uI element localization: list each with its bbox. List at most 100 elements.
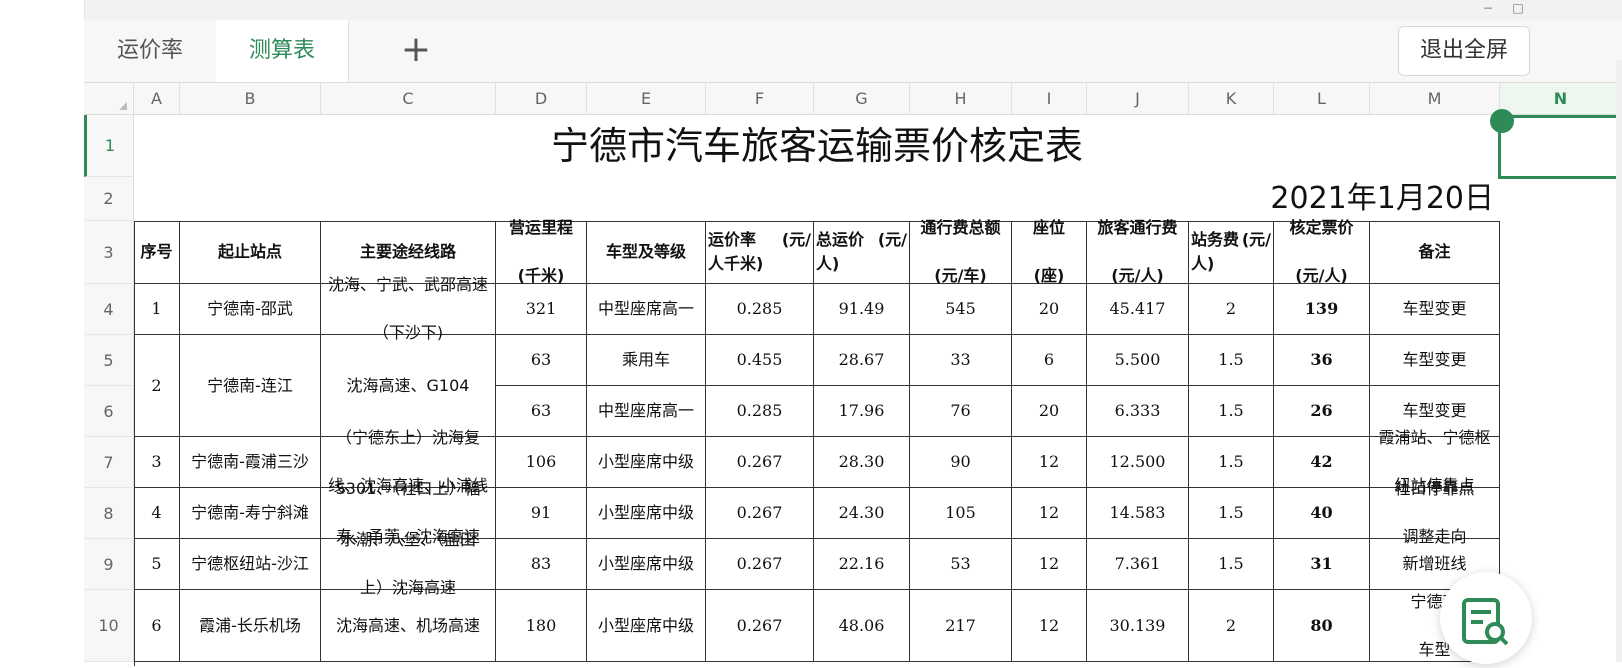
row-header-8[interactable]: 8 (84, 488, 134, 539)
cell-rate[interactable]: 0.285 (706, 386, 814, 437)
cell-total[interactable]: 24.30 (814, 488, 910, 539)
row-header-3[interactable]: 3 (84, 221, 134, 284)
cell-price[interactable]: 26 (1274, 386, 1370, 437)
header-approved[interactable]: 核定票价 (元/人) (1274, 218, 1370, 285)
row-header-5[interactable]: 5 (84, 335, 134, 386)
sheet-date[interactable]: 2021年1月20日 (134, 177, 1500, 221)
header-remark[interactable]: 备注 (1370, 221, 1500, 284)
cell-seats[interactable]: 12 (1012, 539, 1087, 590)
row-header-2[interactable]: 2 (84, 177, 134, 221)
cell-mileage[interactable]: 63 (496, 386, 587, 437)
cell-route[interactable]: 宁德南-连江 (180, 335, 321, 437)
cell-route[interactable]: 宁德南-寿宁斜滩 (180, 488, 321, 539)
cell-vehicle[interactable]: 乘用车 (587, 335, 706, 386)
cell-via[interactable]: 沈海高速、G104 (321, 335, 496, 437)
cell-toll[interactable]: 90 (910, 437, 1012, 488)
cell-toll-per[interactable]: 7.361 (1087, 539, 1189, 590)
cell-rate[interactable]: 0.267 (706, 539, 814, 590)
header-vehicle[interactable]: 车型及等级 (587, 221, 706, 284)
cell-toll-per[interactable]: 30.139 (1087, 590, 1189, 662)
header-seats[interactable]: 座位 (座) (1012, 218, 1087, 285)
row-header-6[interactable]: 6 (84, 386, 134, 437)
cell-vehicle[interactable]: 小型座席中级 (587, 539, 706, 590)
cell-rate[interactable]: 0.285 (706, 284, 814, 335)
select-all-corner[interactable] (84, 83, 134, 115)
row-header-1[interactable]: 1 (84, 115, 134, 177)
tab-calculation-sheet[interactable]: 测算表 (216, 20, 349, 82)
cell-seats[interactable]: 12 (1012, 488, 1087, 539)
cell-total[interactable]: 17.96 (814, 386, 910, 437)
exit-fullscreen-button[interactable]: 退出全屏 (1398, 26, 1530, 76)
cell-toll-per[interactable]: 14.583 (1087, 488, 1189, 539)
header-toll-per[interactable]: 旅客通行费 (元/人) (1087, 218, 1189, 285)
cell-seats[interactable]: 12 (1012, 590, 1087, 662)
column-header-b[interactable]: B (180, 83, 321, 115)
cell-via[interactable]: 沈海、宁武、武邵高速 （下沙下) (321, 275, 496, 342)
column-header-n[interactable]: N (1500, 83, 1622, 115)
column-header-h[interactable]: H (910, 83, 1012, 115)
column-header-d[interactable]: D (496, 83, 587, 115)
add-tab-button[interactable]: + (386, 20, 446, 82)
cell-price[interactable]: 31 (1274, 539, 1370, 590)
cell-rate[interactable]: 0.267 (706, 590, 814, 662)
header-seq[interactable]: 序号 (134, 221, 180, 284)
cell-route[interactable]: 宁德南-邵武 (180, 284, 321, 335)
cell-via[interactable]: 水潮、八堡、（盐田 上）沈海高速 (321, 530, 496, 597)
cell-toll[interactable]: 33 (910, 335, 1012, 386)
cell-station[interactable]: 2 (1189, 590, 1274, 662)
cell-toll[interactable]: 105 (910, 488, 1012, 539)
cell-mileage[interactable]: 91 (496, 488, 587, 539)
cell-price[interactable]: 80 (1274, 590, 1370, 662)
column-header-f[interactable]: F (706, 83, 814, 115)
cell-station[interactable]: 1.5 (1189, 488, 1274, 539)
cell-vehicle[interactable]: 中型座席高一 (587, 284, 706, 335)
cell-toll-per[interactable]: 45.417 (1087, 284, 1189, 335)
header-mileage[interactable]: 营运里程 (千米) (496, 218, 587, 285)
sheet-title[interactable]: 宁德市汽车旅客运输票价核定表 (134, 115, 1500, 177)
cell-seats[interactable]: 20 (1012, 284, 1087, 335)
cell-route[interactable]: 宁德枢纽站-沙江 (180, 539, 321, 590)
cell-seats[interactable]: 6 (1012, 335, 1087, 386)
cell-via[interactable]: 沈海高速、机场高速 (321, 590, 496, 662)
document-search-button[interactable] (1440, 572, 1532, 664)
cell-station[interactable]: 2 (1189, 284, 1274, 335)
cell-total[interactable]: 48.06 (814, 590, 910, 662)
cell-toll[interactable]: 217 (910, 590, 1012, 662)
cell-mileage[interactable]: 180 (496, 590, 587, 662)
cell-total[interactable]: 91.49 (814, 284, 910, 335)
cell-vehicle[interactable]: 小型座席中级 (587, 437, 706, 488)
cell-toll-per[interactable]: 12.500 (1087, 437, 1189, 488)
header-station-fee[interactable]: 站务费 (元/人) (1189, 221, 1274, 284)
cell-total[interactable]: 28.67 (814, 335, 910, 386)
cell-price[interactable]: 40 (1274, 488, 1370, 539)
cell-price[interactable]: 42 (1274, 437, 1370, 488)
cell-toll[interactable]: 53 (910, 539, 1012, 590)
cell-seq[interactable]: 5 (134, 539, 180, 590)
cell-remark[interactable]: 车型变更 (1370, 284, 1500, 335)
cell-seq[interactable]: 2 (134, 335, 180, 437)
minimize-icon[interactable]: − (1478, 1, 1498, 15)
cell-vehicle[interactable]: 中型座席高一 (587, 386, 706, 437)
column-header-c[interactable]: C (321, 83, 496, 115)
cell-seq[interactable]: 6 (134, 590, 180, 662)
cell-station[interactable]: 1.5 (1189, 437, 1274, 488)
row-header-9[interactable]: 9 (84, 539, 134, 590)
cell-seq[interactable]: 1 (134, 284, 180, 335)
cell-toll-per[interactable]: 5.500 (1087, 335, 1189, 386)
cell-route[interactable]: 宁德南-霞浦三沙 (180, 437, 321, 488)
cell-station[interactable]: 1.5 (1189, 539, 1274, 590)
active-cell-selection[interactable] (1498, 115, 1622, 179)
cell-station[interactable]: 1.5 (1189, 386, 1274, 437)
column-header-l[interactable]: L (1274, 83, 1370, 115)
cell-rate[interactable]: 0.455 (706, 335, 814, 386)
selection-handle[interactable] (1490, 109, 1514, 133)
cell-seq[interactable]: 4 (134, 488, 180, 539)
cell-rate[interactable]: 0.267 (706, 488, 814, 539)
cell-station[interactable]: 1.5 (1189, 335, 1274, 386)
cell-seats[interactable]: 12 (1012, 437, 1087, 488)
row-header-7[interactable]: 7 (84, 437, 134, 488)
cell-route[interactable]: 霞浦-长乐机场 (180, 590, 321, 662)
maximize-icon[interactable]: □ (1508, 1, 1528, 15)
column-header-a[interactable]: A (134, 83, 180, 115)
column-header-e[interactable]: E (587, 83, 706, 115)
